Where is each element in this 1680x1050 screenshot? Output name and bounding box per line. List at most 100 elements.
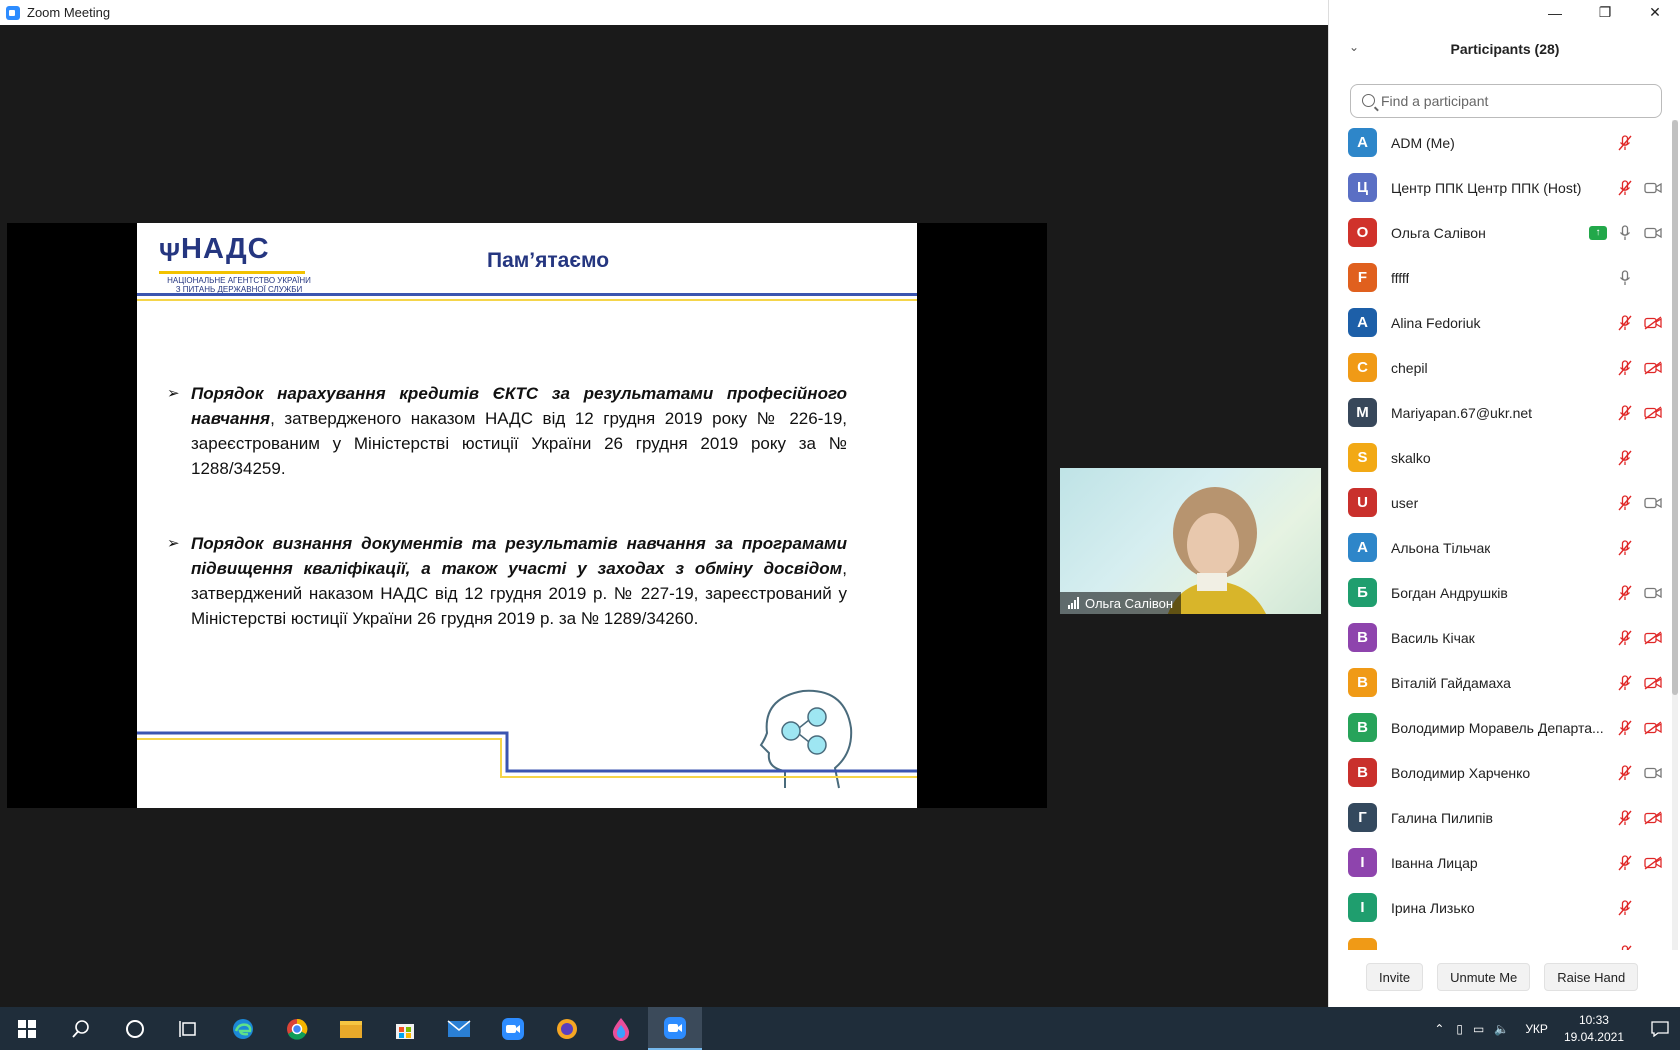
participant-row[interactable]: Cchepil xyxy=(1329,345,1671,390)
avatar: A xyxy=(1348,128,1377,157)
participant-status-icons xyxy=(1615,899,1663,917)
participant-row[interactable]: В Володимир Харченко xyxy=(1329,750,1671,795)
bullet-2-bold: Порядок визнання документів та результат… xyxy=(191,534,847,578)
participant-row[interactable]: А Альона Тільчак xyxy=(1329,525,1671,570)
video-off-icon xyxy=(1643,719,1663,737)
mic-muted-icon xyxy=(1615,539,1635,557)
participant-row[interactable]: І Іванна Лицар xyxy=(1329,840,1671,885)
taskbar-chrome[interactable] xyxy=(270,1007,324,1050)
notification-button[interactable] xyxy=(1640,1020,1680,1037)
taskbar-app-drop[interactable] xyxy=(594,1007,648,1050)
participant-row[interactable]: M Mariyapan.67@ukr.net xyxy=(1329,390,1671,435)
participant-row[interactable]: Ц Центр ППК Центр ППК (Host) xyxy=(1329,165,1671,210)
participant-row[interactable]: Г Галина Пилипів xyxy=(1329,795,1671,840)
unmute-me-button[interactable]: Unmute Me xyxy=(1437,963,1531,991)
windows-icon xyxy=(18,1019,36,1038)
volume-icon[interactable]: 🔈 xyxy=(1494,1022,1509,1036)
device-icon[interactable]: ▯ xyxy=(1456,1022,1463,1036)
clock[interactable]: 10:33 19.04.2021 xyxy=(1564,1012,1624,1046)
avatar: S xyxy=(1348,443,1377,472)
system-tray: ⌃ ▯ ▭ 🔈 УКР 10:33 19.04.2021 xyxy=(1434,1007,1680,1050)
vpn-shield-icon xyxy=(557,1018,577,1039)
taskbar-explorer[interactable] xyxy=(324,1007,378,1050)
avatar: В xyxy=(1348,668,1377,697)
video-off-icon xyxy=(1643,314,1663,332)
meeting-stage: Ψ НАДС НАЦІОНАЛЬНЕ АГЕНТСТВО УКРАЇНИ З П… xyxy=(0,25,1328,1007)
participant-search[interactable] xyxy=(1350,84,1662,118)
participant-row[interactable]: В Василь Кічак xyxy=(1329,615,1671,660)
slide-bullets: ➢ Порядок нарахування кредитів ЄКТС за р… xyxy=(167,381,847,681)
participant-status-icons: ↑ xyxy=(1589,224,1663,242)
participant-row[interactable]: Ffffff xyxy=(1329,255,1671,300)
network-icon[interactable]: ▭ xyxy=(1473,1022,1484,1036)
participant-row[interactable]: І Ірина Лизько xyxy=(1329,885,1671,930)
participant-row[interactable]: Sskalko xyxy=(1329,435,1671,480)
taskbar-zoom-1[interactable] xyxy=(486,1007,540,1050)
language-indicator[interactable]: УКР xyxy=(1525,1022,1548,1036)
cortana-button[interactable] xyxy=(108,1007,162,1050)
participant-name: Ольга Салівон xyxy=(1391,224,1486,241)
participant-row[interactable]: Б Богдан Андрушків xyxy=(1329,570,1671,615)
start-button[interactable] xyxy=(0,1007,54,1050)
taskbar-search[interactable] xyxy=(54,1007,108,1050)
participant-name: chepil xyxy=(1391,359,1428,376)
participant-row[interactable]: A ADM (Me) xyxy=(1329,120,1671,165)
avatar: Ц xyxy=(1348,173,1377,202)
participants-panel: — ❐ ✕ ⌄ Participants (28) A ADM (Me) Ц Цент… xyxy=(1328,0,1680,1007)
taskbar-store[interactable] xyxy=(378,1007,432,1050)
taskbar-edge[interactable] xyxy=(216,1007,270,1050)
participant-status-icons xyxy=(1615,134,1663,152)
logo-name: НАДС xyxy=(181,233,270,265)
slide-footer-lines xyxy=(137,731,917,778)
participant-status-icons xyxy=(1615,629,1663,647)
avatar: M xyxy=(1348,398,1377,427)
participant-row[interactable]: В Володимир Моравель Департа... xyxy=(1329,705,1671,750)
avatar: A xyxy=(1348,308,1377,337)
participant-status-icons xyxy=(1615,269,1663,287)
chrome-icon xyxy=(287,1018,308,1040)
close-icon[interactable]: ✕ xyxy=(1630,0,1680,25)
participant-row[interactable]: В Віталій Гайдамаха xyxy=(1329,660,1671,705)
participant-status-icons xyxy=(1615,359,1663,377)
participant-row[interactable]: Uuser xyxy=(1329,480,1671,525)
restore-icon[interactable]: ❐ xyxy=(1580,0,1630,25)
zoom-meeting-icon xyxy=(664,1016,686,1039)
participant-status-icons xyxy=(1615,809,1663,827)
avatar: U xyxy=(1348,488,1377,517)
cortana-icon xyxy=(126,1019,144,1038)
video-tile[interactable]: Ольга Салівон xyxy=(1060,468,1321,614)
chevron-up-icon[interactable]: ⌃ xyxy=(1434,1022,1444,1036)
video-placeholder xyxy=(1643,539,1663,557)
mic-icon xyxy=(1615,224,1635,242)
avatar: F xyxy=(1348,263,1377,292)
taskbar-mail[interactable] xyxy=(432,1007,486,1050)
taskbar-zoom-active[interactable] xyxy=(648,1007,702,1050)
minimize-icon[interactable]: — xyxy=(1530,0,1580,25)
participants-list[interactable]: A ADM (Me) Ц Центр ППК Центр ППК (Host) О Оль… xyxy=(1329,120,1671,950)
header-divider-yellow xyxy=(137,299,917,301)
clock-date: 19.04.2021 xyxy=(1563,1029,1624,1044)
mic-muted-icon xyxy=(1615,359,1635,377)
task-view-button[interactable] xyxy=(162,1007,216,1050)
participant-search-input[interactable] xyxy=(1381,85,1651,117)
logo-subtitle-line-1: НАЦІОНАЛЬНЕ АГЕНТСТВО УКРАЇНИ xyxy=(167,276,311,285)
participant-row[interactable]: О Ольга Салівон ↑ xyxy=(1329,210,1671,255)
participant-name: fffff xyxy=(1391,269,1410,286)
participants-scrollbar[interactable] xyxy=(1672,120,1678,950)
mic-muted-icon xyxy=(1615,764,1635,782)
bullet-2: ➢ Порядок визнання документів та результ… xyxy=(167,531,847,631)
mic-muted-icon xyxy=(1615,629,1635,647)
participant-row[interactable] xyxy=(1329,930,1671,950)
participant-name: Віталій Гайдамаха xyxy=(1391,674,1511,691)
participant-name: Галина Пилипів xyxy=(1391,809,1493,826)
mic-muted-icon xyxy=(1615,899,1635,917)
video-name-label: Ольга Салівон xyxy=(1060,592,1182,614)
raise-hand-button[interactable]: Raise Hand xyxy=(1544,963,1639,991)
video-placeholder xyxy=(1643,134,1663,152)
scrollbar-thumb[interactable] xyxy=(1672,120,1678,695)
signal-strength-icon xyxy=(1068,597,1079,609)
taskbar-app-orange[interactable] xyxy=(540,1007,594,1050)
slide-header: Ψ НАДС НАЦІОНАЛЬНЕ АГЕНТСТВО УКРАЇНИ З П… xyxy=(137,223,917,298)
invite-button[interactable]: Invite xyxy=(1366,963,1424,991)
participant-row[interactable]: A Alina Fedoriuk xyxy=(1329,300,1671,345)
